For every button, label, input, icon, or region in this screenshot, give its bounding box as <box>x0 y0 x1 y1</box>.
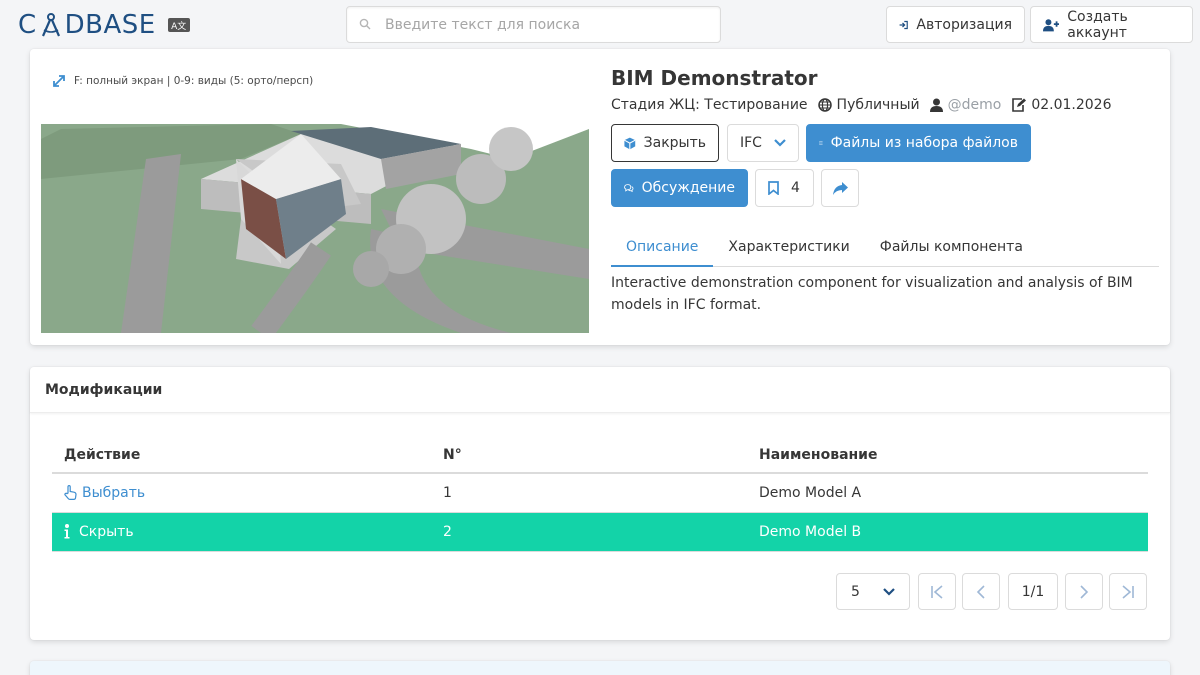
sign-in-icon <box>899 20 908 29</box>
bim-model-render <box>41 119 589 333</box>
row-number-cell: 1 <box>431 473 747 513</box>
row-name-cell: Demo Model B <box>747 512 1148 552</box>
select-action-link[interactable]: Выбрать <box>64 485 419 501</box>
component-tabs: Описание Характеристики Файлы компонента <box>611 235 1159 267</box>
top-navbar: C DBASE A文 Авторизация <box>0 0 1200 48</box>
expand-icon[interactable] <box>52 74 66 88</box>
list-icon <box>819 141 823 145</box>
tab-component-files[interactable]: Файлы компонента <box>865 235 1038 267</box>
last-page-button[interactable] <box>1109 573 1147 610</box>
viewer-hint: F: полный экран | 0-9: виды (5: орто/пер… <box>52 74 313 88</box>
bookmark-button[interactable]: 4 <box>755 169 814 207</box>
search-box[interactable] <box>346 6 721 43</box>
page-size-value: 5 <box>851 583 860 600</box>
table-row-selected[interactable]: Скрыть 2 Demo Model B <box>52 512 1148 552</box>
close-viewer-button[interactable]: Закрыть <box>611 124 719 162</box>
owner-label: @demo <box>947 97 1002 113</box>
chevron-left-icon <box>976 584 985 599</box>
format-value: IFC <box>740 135 762 151</box>
logo[interactable]: C DBASE A文 <box>18 9 190 41</box>
hide-action-link[interactable]: Скрыть <box>64 524 419 540</box>
next-page-button[interactable] <box>1065 573 1103 610</box>
previous-page-button[interactable] <box>962 573 1000 610</box>
date-label: 02.01.2026 <box>1031 97 1112 113</box>
discussion-button[interactable]: Обсуждение <box>611 169 748 207</box>
first-page-icon <box>931 584 943 599</box>
hide-action-label: Скрыть <box>79 523 134 540</box>
discussion-label: Обсуждение <box>641 180 735 196</box>
hand-pointer-icon <box>64 485 77 501</box>
component-description: Interactive demonstration component for … <box>611 275 1133 313</box>
first-page-button[interactable] <box>918 573 956 610</box>
share-button[interactable] <box>821 169 859 207</box>
share-icon <box>832 181 848 195</box>
login-button[interactable]: Авторизация <box>886 6 1025 43</box>
logo-letter-c: C <box>18 10 37 40</box>
last-page-icon <box>1122 584 1134 599</box>
bookmark-count: 4 <box>791 180 800 196</box>
component-meta: Стадия ЖЦ: Тестирование Публичный @demo … <box>611 97 1122 113</box>
row-action-cell: Выбрать <box>52 473 431 513</box>
language-icon[interactable]: A文 <box>167 18 190 32</box>
table-row[interactable]: Выбрать 1 Demo Model A <box>52 473 1148 513</box>
column-number: N° <box>431 437 747 474</box>
fileset-files-label: Файлы из набора файлов <box>830 135 1018 151</box>
search-icon <box>359 18 371 30</box>
component-title: BIM Demonstrator <box>611 66 818 90</box>
edit-icon <box>1012 98 1027 112</box>
close-viewer-label: Закрыть <box>643 135 706 151</box>
column-name: Наименование <box>747 437 1148 474</box>
3d-viewer[interactable] <box>41 119 589 333</box>
signup-button[interactable]: Создать аккаунт <box>1030 6 1193 43</box>
date-badge: 02.01.2026 <box>1011 97 1112 113</box>
column-action: Действие <box>52 437 431 474</box>
login-label: Авторизация <box>916 16 1012 33</box>
visibility-label: Публичный <box>836 97 920 113</box>
chevron-down-icon <box>774 139 786 147</box>
next-section-card <box>30 661 1170 675</box>
search-input[interactable] <box>385 7 705 42</box>
chevron-down-icon <box>883 587 895 596</box>
row-name-cell: Demo Model A <box>747 473 1148 513</box>
owner-link[interactable]: @demo <box>929 97 1002 113</box>
signup-label: Создать аккаунт <box>1067 8 1128 41</box>
user-plus-icon <box>1043 18 1060 31</box>
component-card: F: полный экран | 0-9: виды (5: орто/пер… <box>30 49 1170 345</box>
compass-icon <box>38 12 64 38</box>
visibility-badge: Публичный <box>817 97 920 113</box>
stage-label: Стадия ЖЦ: Тестирование <box>611 97 808 113</box>
page-size-select[interactable]: 5 <box>836 573 910 610</box>
chevron-right-icon <box>1080 584 1089 599</box>
tab-description[interactable]: Описание <box>611 235 714 267</box>
cube-icon <box>624 137 636 149</box>
modifications-title: Модификации <box>30 367 1170 413</box>
bookmark-icon <box>768 181 779 195</box>
table-header-row: Действие N° Наименование <box>52 437 1148 474</box>
user-icon <box>929 98 943 112</box>
logo-text: C DBASE <box>18 10 156 40</box>
comments-icon <box>624 184 634 193</box>
fileset-files-button[interactable]: Файлы из набора файлов <box>806 124 1031 162</box>
modifications-table: Действие N° Наименование Выбрать 1 Demo … <box>52 437 1148 552</box>
select-action-label: Выбрать <box>82 484 146 501</box>
page-indicator: 1/1 <box>1008 573 1058 610</box>
info-icon <box>64 524 70 539</box>
format-select[interactable]: IFC <box>727 124 799 162</box>
row-number-cell: 2 <box>431 512 747 552</box>
viewer-hint-text: F: полный экран | 0-9: виды (5: орто/пер… <box>74 75 314 87</box>
globe-icon <box>817 98 832 112</box>
modifications-card: Модификации Действие N° Наименование Выб… <box>30 367 1170 640</box>
row-action-cell: Скрыть <box>52 512 431 552</box>
tab-characteristics[interactable]: Характеристики <box>713 235 864 267</box>
logo-letters-dbase: DBASE <box>64 10 156 40</box>
